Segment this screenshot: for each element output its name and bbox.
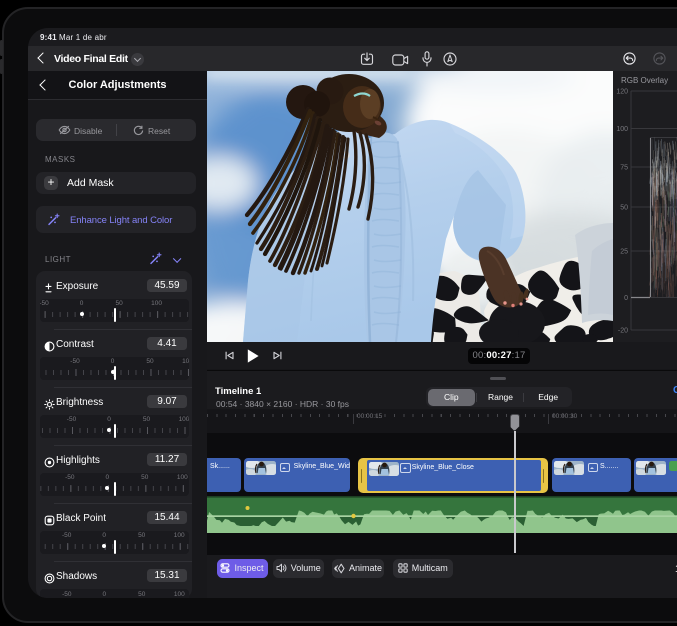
svg-text:75: 75 bbox=[620, 165, 628, 172]
svg-text:25: 25 bbox=[620, 249, 628, 256]
svg-text:120: 120 bbox=[616, 89, 628, 96]
svg-text:50: 50 bbox=[620, 205, 628, 212]
svg-text:RGB Overlay: RGB Overlay bbox=[621, 76, 668, 85]
svg-text:100: 100 bbox=[616, 126, 628, 133]
svg-text:0: 0 bbox=[624, 295, 628, 302]
svg-text:-20: -20 bbox=[618, 328, 628, 335]
